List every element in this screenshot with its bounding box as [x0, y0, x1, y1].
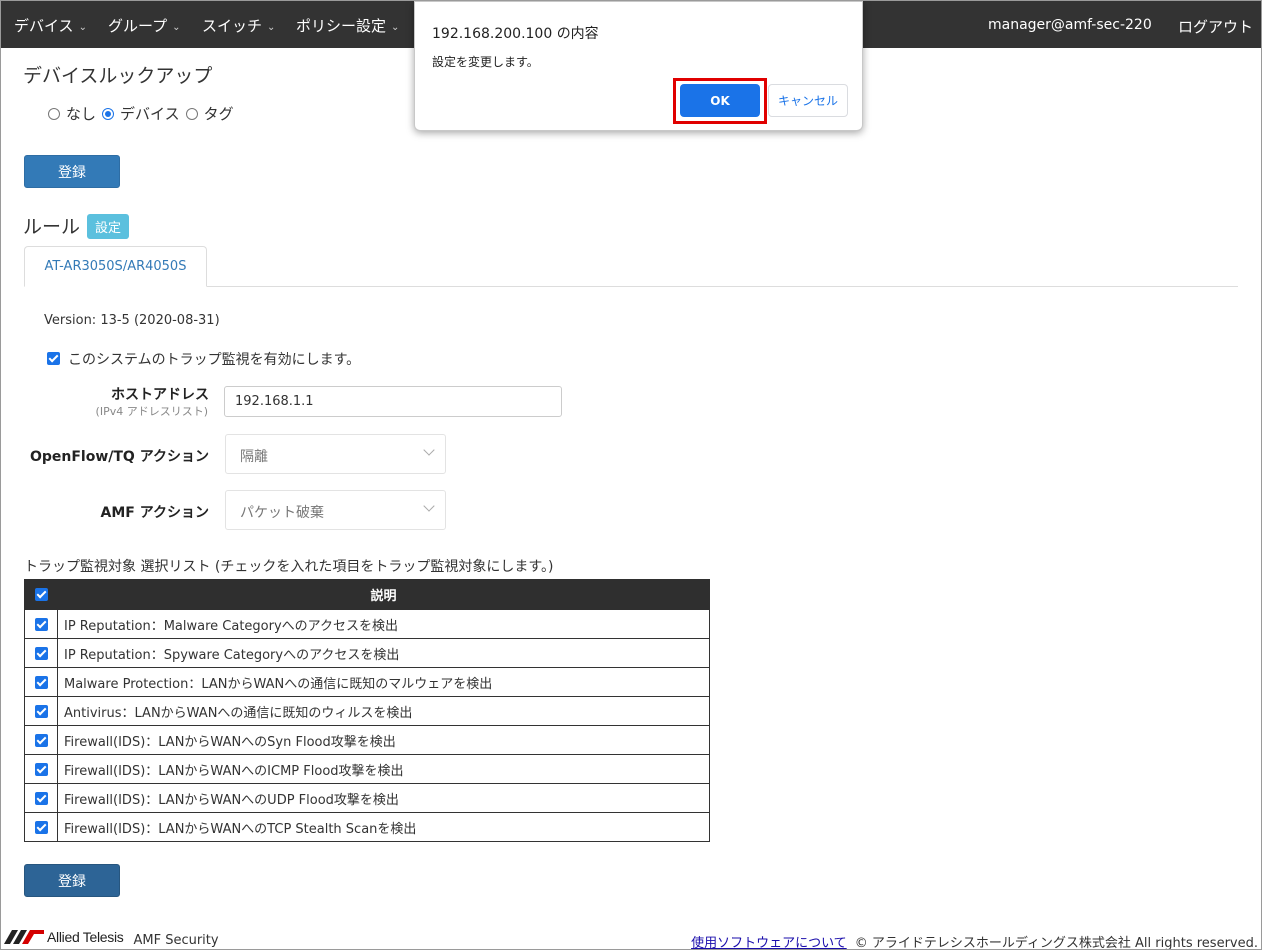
row-description: Firewall(IDS)：LANからWANへのSyn Flood攻撃を検出 — [57, 725, 710, 755]
table-row: IP Reputation：Spyware Categoryへのアクセスを検出 — [24, 638, 710, 668]
footer-product: AMF Security — [133, 932, 219, 948]
openflow-action-label: OpenFlow/TQ アクション — [29, 449, 209, 465]
table-row: Firewall(IDS)：LANからWANへのSyn Flood攻撃を検出 — [24, 725, 710, 755]
row-description: Malware Protection：LANからWANへの通信に既知のマルウェア… — [57, 667, 710, 697]
table-row: Malware Protection：LANからWANへの通信に既知のマルウェア… — [24, 667, 710, 697]
host-address-sublabel: (IPv4 アドレスリスト) — [95, 405, 208, 418]
row-checkbox[interactable] — [34, 617, 48, 631]
dialog-title: 192.168.200.100 の内容 — [432, 26, 599, 42]
row-description: IP Reputation：Malware Categoryへのアクセスを検出 — [57, 609, 710, 639]
row-checkbox[interactable] — [34, 675, 48, 689]
chevron-down-icon: ⌄ — [267, 22, 276, 33]
radio-none-label: なし — [66, 105, 97, 123]
radio-device[interactable] — [102, 107, 115, 120]
row-checkbox[interactable] — [34, 704, 48, 718]
select-all-cell — [24, 579, 58, 610]
dialog-cancel-button[interactable]: キャンセル — [768, 84, 848, 117]
row-checkbox[interactable] — [34, 820, 48, 834]
select-all-checkbox[interactable] — [34, 588, 48, 601]
amf-action-value: パケット破棄 — [240, 505, 324, 521]
footer-brand: Allied Telesis — [47, 929, 124, 945]
radio-tag[interactable] — [185, 107, 198, 120]
nav-devices[interactable]: デバイス ⌄ — [14, 15, 87, 36]
lookup-register-button[interactable]: 登録 — [24, 155, 120, 188]
openflow-action-value: 隔離 — [240, 449, 268, 465]
nav-devices-label: デバイス — [14, 17, 74, 35]
logout-link[interactable]: ログアウト — [1178, 16, 1253, 37]
trap-list-caption: トラップ監視対象 選択リスト (チェックを入れた項目をトラップ監視対象にします。… — [24, 559, 554, 575]
row-description: Firewall(IDS)：LANからWANへのUDP Flood攻撃を検出 — [57, 783, 710, 813]
nav-policy[interactable]: ポリシー設定 ⌄ — [296, 15, 399, 36]
chevron-down-icon — [423, 444, 435, 456]
row-description: Firewall(IDS)：LANからWANへのICMP Flood攻撃を検出 — [57, 754, 710, 784]
device-lookup-heading: デバイスルックアップ — [23, 65, 213, 87]
nav-groups[interactable]: グループ ⌄ — [108, 15, 181, 36]
table-row: Firewall(IDS)：LANからWANへのUDP Flood攻撃を検出 — [24, 783, 710, 813]
table-row: IP Reputation：Malware Categoryへのアクセスを検出 — [24, 609, 710, 639]
chevron-down-icon: ⌄ — [391, 22, 400, 33]
chevron-down-icon — [423, 500, 435, 512]
row-description: IP Reputation：Spyware Categoryへのアクセスを検出 — [57, 638, 710, 668]
confirm-dialog: 192.168.200.100 の内容 設定を変更します。 OK キャンセル — [414, 1, 863, 131]
host-address-input[interactable]: 192.168.1.1 — [224, 386, 562, 417]
enable-trap-checkbox[interactable] — [47, 352, 60, 365]
host-address-label: ホストアドレス — [111, 387, 209, 403]
nav-user[interactable]: manager@amf-sec-220 — [988, 17, 1152, 33]
footer-logo: Allied Telesis AMF Security — [4, 929, 219, 948]
lookup-radio-group: なし デバイス タグ — [48, 103, 240, 124]
row-checkbox[interactable] — [34, 646, 48, 660]
tab-ar3050s-ar4050s[interactable]: AT-AR3050S/AR4050S — [24, 246, 207, 287]
table-header-row: 説明 — [24, 579, 710, 610]
enable-trap-label: このシステムのトラップ監視を有効にします。 — [68, 352, 361, 368]
chevron-down-icon: ⌄ — [78, 22, 87, 33]
radio-device-label: デバイス — [120, 105, 180, 123]
version-text: Version: 13-5 (2020-08-31) — [44, 313, 220, 328]
footer-right: 使用ソフトウェアについて © アライドテレシスホールディングス株式会社 All r… — [691, 932, 1258, 950]
table-row: Antivirus：LANからWANへの通信に既知のウィルスを検出 — [24, 696, 710, 726]
copyright-text: © アライドテレシスホールディングス株式会社 All rights reserv… — [854, 936, 1258, 950]
row-checkbox[interactable] — [34, 791, 48, 805]
dialog-ok-button[interactable]: OK — [680, 84, 760, 117]
allied-telesis-logo-icon — [4, 930, 44, 944]
radio-tag-label: タグ — [203, 105, 234, 123]
nav-switches[interactable]: スイッチ ⌄ — [202, 15, 275, 36]
dialog-message: 設定を変更します。 — [432, 55, 539, 69]
table-row: Firewall(IDS)：LANからWANへのICMP Flood攻撃を検出 — [24, 754, 710, 784]
nav-switches-label: スイッチ — [202, 17, 263, 35]
nav-groups-label: グループ — [108, 17, 168, 35]
row-checkbox[interactable] — [34, 733, 48, 747]
chevron-down-icon: ⌄ — [172, 22, 181, 33]
openflow-action-select[interactable]: 隔離 — [225, 434, 446, 474]
trap-target-table: 説明 IP Reputation：Malware Categoryへのアクセスを… — [24, 579, 710, 842]
rule-setting-badge[interactable]: 設定 — [87, 214, 130, 239]
rule-register-button[interactable]: 登録 — [24, 864, 120, 897]
amf-action-label: AMF アクション — [100, 505, 209, 521]
rule-heading: ルール — [23, 216, 81, 238]
radio-none[interactable] — [48, 107, 60, 120]
row-description: Antivirus：LANからWANへの通信に既知のウィルスを検出 — [57, 696, 710, 726]
nav-policy-label: ポリシー設定 — [296, 17, 387, 35]
description-header: 説明 — [57, 579, 710, 610]
row-checkbox[interactable] — [34, 762, 48, 776]
software-info-link[interactable]: 使用ソフトウェアについて — [691, 936, 847, 950]
table-row: Firewall(IDS)：LANからWANへのTCP Stealth Scan… — [24, 812, 710, 842]
amf-action-select[interactable]: パケット破棄 — [225, 490, 446, 530]
row-description: Firewall(IDS)：LANからWANへのTCP Stealth Scan… — [57, 812, 710, 842]
